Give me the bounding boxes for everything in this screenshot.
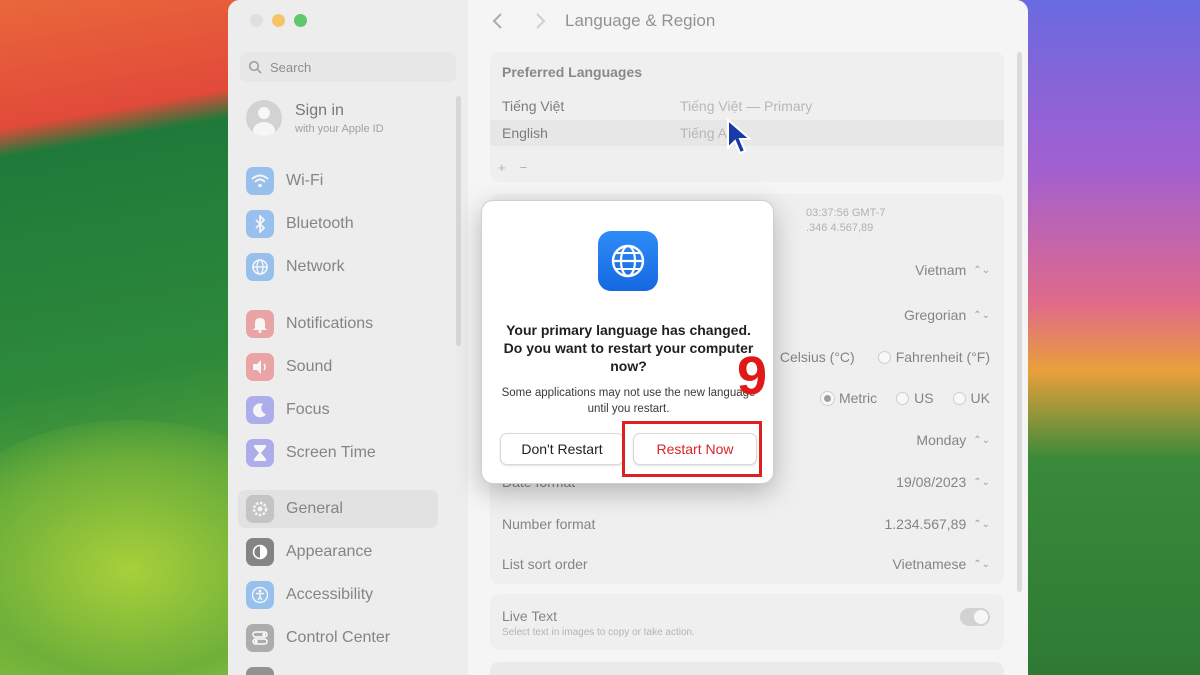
- globe-icon: [598, 231, 658, 291]
- dialog-title: Your primary language has changed. Do yo…: [503, 322, 754, 374]
- step-number: 9: [737, 346, 768, 406]
- mouse-cursor-icon: [727, 118, 752, 155]
- wallpaper-right: [1020, 0, 1200, 675]
- dont-restart-button[interactable]: Don't Restart: [500, 433, 624, 465]
- dialog-message: Some applications may not use the new la…: [501, 387, 756, 415]
- step-highlight-box: [622, 421, 762, 477]
- wallpaper-left: [0, 0, 340, 675]
